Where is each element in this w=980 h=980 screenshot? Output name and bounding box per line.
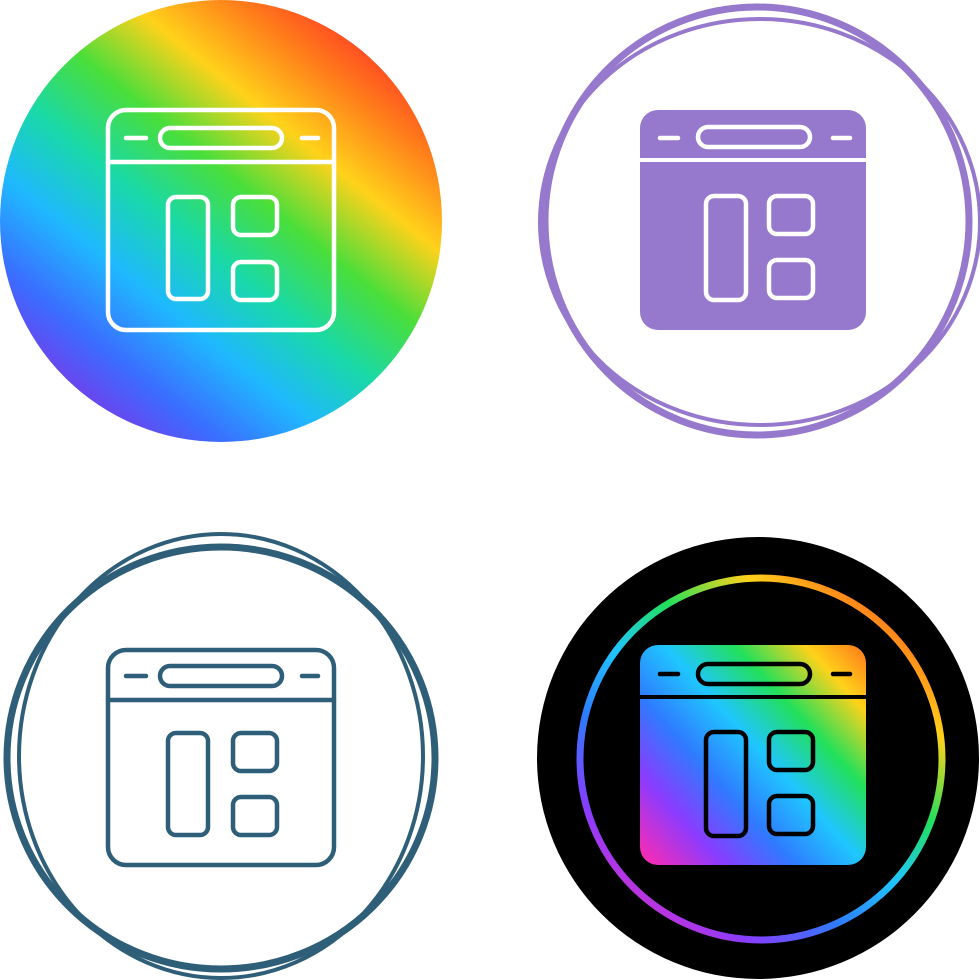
icon-set-canvas [0, 0, 980, 980]
icon-set-svg [0, 0, 980, 980]
variant-purple-ring [538, 3, 980, 439]
gradient-circle-background [0, 0, 442, 442]
browser-layout-icon [640, 645, 866, 865]
browser-layout-icon [105, 647, 337, 868]
teal-ring [3, 532, 439, 980]
variant-black-circle [537, 537, 979, 979]
variant-teal-ring [3, 532, 439, 980]
variant-gradient-circle [0, 0, 442, 442]
browser-layout-icon [640, 110, 866, 330]
